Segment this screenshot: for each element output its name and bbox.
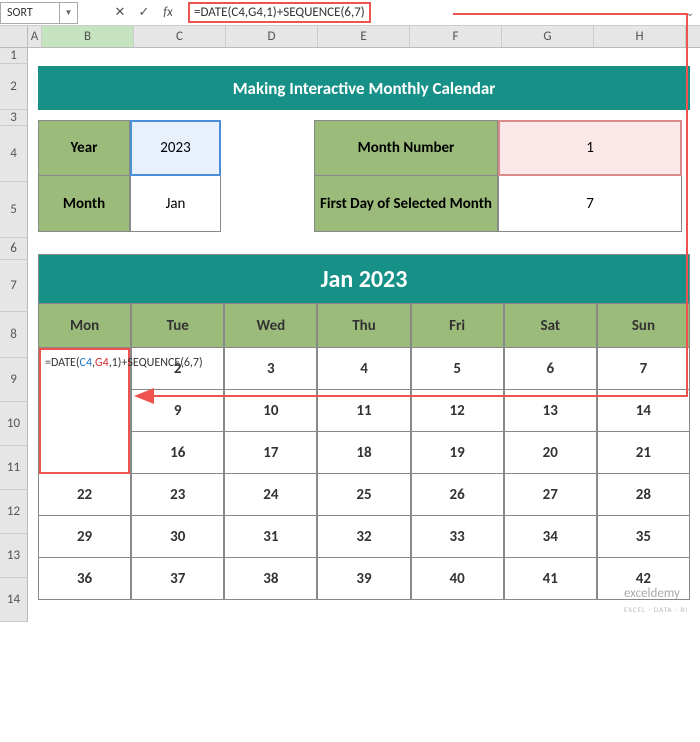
calendar-cell[interactable]: 6	[504, 348, 597, 390]
calendar-cell[interactable]: 4	[317, 348, 410, 390]
row-header-12[interactable]: 12	[0, 490, 28, 534]
row-header-5[interactable]: 5	[0, 182, 28, 238]
calendar-cell[interactable]: 23	[131, 474, 224, 516]
row-header-13[interactable]: 13	[0, 534, 28, 578]
col-header-a[interactable]: A	[28, 26, 42, 47]
calendar-cell[interactable]: 9	[131, 390, 224, 432]
calendar-cell[interactable]: 16	[131, 432, 224, 474]
calendar-cell[interactable]: 40	[411, 558, 504, 600]
calendar-cell[interactable]: 27	[504, 474, 597, 516]
formula-text: =DATE(C4,G4,1)+SEQUENCE(6,7)	[188, 2, 371, 23]
name-box[interactable]: SORT	[0, 2, 60, 24]
calendar-cell[interactable]: 38	[224, 558, 317, 600]
calendar-cell[interactable]: 41	[504, 558, 597, 600]
formula-bar: SORT ▼ ✕ ✓ fx =DATE(C4,G4,1)+SEQUENCE(6,…	[0, 0, 700, 26]
day-header-thu: Thu	[317, 304, 410, 348]
calendar-cell[interactable]: 34	[504, 516, 597, 558]
calendar-cell[interactable]: 35	[597, 516, 690, 558]
expand-formula-bar-icon[interactable]: ⌄	[680, 6, 700, 19]
column-headers: ABCDEFGH	[0, 26, 700, 48]
fx-icon[interactable]: fx	[156, 2, 180, 24]
row-header-9[interactable]: 9	[0, 358, 28, 402]
day-header-fri: Fri	[411, 304, 504, 348]
page-title: Making Interactive Monthly Calendar	[38, 66, 690, 110]
row-headers: 1234567891011121314	[0, 48, 28, 622]
calendar-cell[interactable]: 12	[411, 390, 504, 432]
calendar-cell[interactable]: 10	[224, 390, 317, 432]
calendar-cell[interactable]: 24	[224, 474, 317, 516]
calendar-cell[interactable]: 26	[411, 474, 504, 516]
calendar-cell[interactable]: 39	[317, 558, 410, 600]
row-header-6[interactable]: 6	[0, 238, 28, 260]
calendar-day-headers: MonTueWedThuFriSatSun	[38, 304, 690, 348]
calendar-cell[interactable]: 20	[504, 432, 597, 474]
col-header-h[interactable]: H	[594, 26, 686, 47]
first-day-value-cell[interactable]: 7	[498, 176, 682, 232]
year-value-cell[interactable]: 2023	[130, 120, 221, 176]
calendar-cell[interactable]: 37	[131, 558, 224, 600]
calendar-cell[interactable]: 13	[504, 390, 597, 432]
col-header-g[interactable]: G	[502, 26, 594, 47]
confirm-icon[interactable]: ✓	[132, 2, 156, 24]
row-header-10[interactable]: 10	[0, 402, 28, 446]
calendar-cell[interactable]: 25	[317, 474, 410, 516]
calendar-cell[interactable]: 5	[411, 348, 504, 390]
day-header-tue: Tue	[131, 304, 224, 348]
calendar-cell[interactable]: 28	[597, 474, 690, 516]
formula-input[interactable]: =DATE(C4,G4,1)+SEQUENCE(6,7)	[180, 2, 680, 24]
calendar-cell[interactable]: 18	[317, 432, 410, 474]
calendar-cell[interactable]: 36	[38, 558, 131, 600]
day-header-mon: Mon	[38, 304, 131, 348]
calendar-cell[interactable]: 30	[131, 516, 224, 558]
calendar-cell[interactable]: 22	[38, 474, 131, 516]
col-header-b[interactable]: B	[42, 26, 134, 47]
calendar-cell[interactable]: =DATE(C4,G4,1)+SEQUENCE(6,7)	[38, 348, 131, 390]
calendar-cell[interactable]: 7	[597, 348, 690, 390]
row-header-1[interactable]: 1	[0, 48, 28, 64]
calendar-cell[interactable]: 33	[411, 516, 504, 558]
select-all-cell[interactable]	[0, 26, 28, 47]
first-day-label: First Day of Selected Month	[314, 176, 498, 232]
day-header-sat: Sat	[504, 304, 597, 348]
year-label: Year	[38, 120, 130, 176]
calendar-cell[interactable]: 31	[224, 516, 317, 558]
row-header-7[interactable]: 7	[0, 260, 28, 312]
day-header-wed: Wed	[224, 304, 317, 348]
row-header-2[interactable]: 2	[0, 64, 28, 110]
row-header-3[interactable]: 3	[0, 110, 28, 126]
col-header-f[interactable]: F	[410, 26, 502, 47]
month-number-value-cell[interactable]: 1	[498, 120, 682, 176]
col-header-d[interactable]: D	[226, 26, 318, 47]
row-header-11[interactable]: 11	[0, 446, 28, 490]
calendar-cell[interactable]: 29	[38, 516, 131, 558]
calendar-title: Jan 2023	[38, 254, 690, 304]
calendar-cell[interactable]: 17	[224, 432, 317, 474]
row-header-14[interactable]: 14	[0, 578, 28, 622]
day-header-sun: Sun	[597, 304, 690, 348]
sheet-area: Making Interactive Monthly Calendar Year…	[28, 48, 700, 622]
calendar-cell[interactable]: 11	[317, 390, 410, 432]
watermark: exceldemy EXCEL · DATA · BI	[624, 586, 688, 616]
col-header-e[interactable]: E	[318, 26, 410, 47]
calendar-cell[interactable]: 21	[597, 432, 690, 474]
month-label: Month	[38, 176, 130, 232]
formula-cell-overlay[interactable]: =DATE(C4,G4,1)+SEQUENCE(6,7)	[39, 348, 130, 474]
month-number-label: Month Number	[314, 120, 498, 176]
calendar-cell[interactable]: 3	[224, 348, 317, 390]
calendar-cell[interactable]: 32	[317, 516, 410, 558]
calendar-cell[interactable]: 14	[597, 390, 690, 432]
calendar-grid: =DATE(C4,G4,1)+SEQUENCE(6,7)234567910111…	[38, 348, 690, 600]
col-header-c[interactable]: C	[134, 26, 226, 47]
name-box-dropdown-icon[interactable]: ▼	[60, 2, 78, 24]
calendar-cell[interactable]: 19	[411, 432, 504, 474]
row-header-8[interactable]: 8	[0, 312, 28, 358]
row-header-4[interactable]: 4	[0, 126, 28, 182]
cancel-icon[interactable]: ✕	[108, 2, 132, 24]
month-value-cell[interactable]: Jan	[130, 176, 221, 232]
